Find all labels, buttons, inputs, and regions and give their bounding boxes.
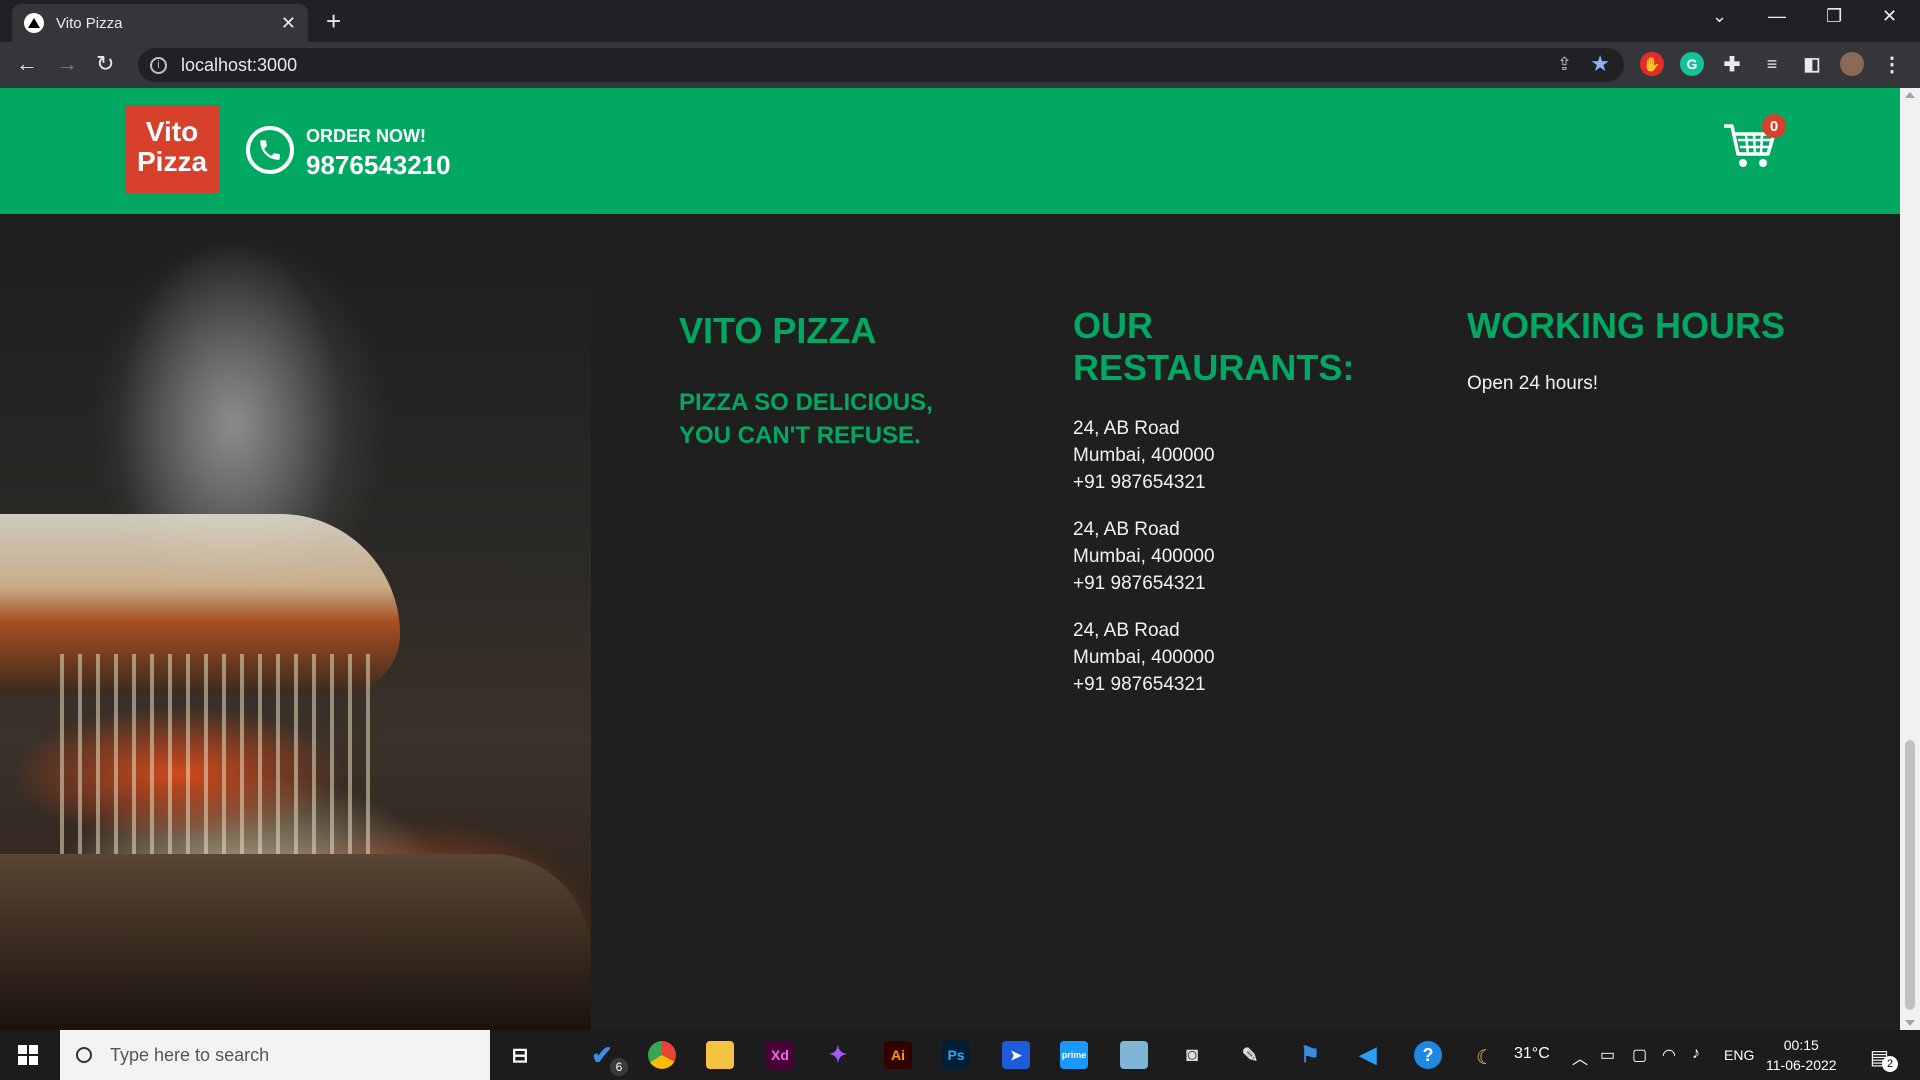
- file-explorer-icon[interactable]: [706, 1041, 734, 1069]
- site-info-icon[interactable]: i: [150, 56, 167, 74]
- windows-taskbar: Type here to search ⊟ ✔ 6 Xd ✦ Ai Ps ➤ p…: [0, 1030, 1920, 1080]
- restaurant-phone[interactable]: +91 987654321: [1073, 570, 1433, 597]
- restaurant-city: Mumbai, 400000: [1073, 546, 1215, 567]
- restaurant-street: 24, AB Road: [1073, 418, 1180, 439]
- restaurants-column: OUR RESTAURANTS: 24, AB Road Mumbai, 400…: [1073, 305, 1433, 718]
- new-tab-button[interactable]: +: [326, 6, 341, 37]
- phone-icon: [246, 126, 294, 174]
- windows-start-icon[interactable]: [18, 1045, 38, 1065]
- restaurant-street: 24, AB Road: [1073, 620, 1180, 641]
- chrome-taskbar-icon[interactable]: [648, 1041, 676, 1069]
- logo-line-1: Vito: [145, 116, 199, 147]
- hours-column: WORKING HOURS Open 24 hours!: [1467, 305, 1797, 395]
- browser-tab[interactable]: Vito Pizza ✕: [12, 4, 308, 42]
- taskbar-clock[interactable]: 00:15 11-06-2022: [1766, 1035, 1837, 1075]
- meet-now-icon[interactable]: ▢: [1632, 1045, 1647, 1065]
- tab-close-icon[interactable]: ✕: [281, 13, 296, 34]
- search-icon: [76, 1047, 92, 1063]
- page-scrollbar[interactable]: [1900, 88, 1920, 1030]
- framer-icon[interactable]: ⚑: [1296, 1041, 1324, 1069]
- restaurant-city: Mumbai, 400000: [1073, 445, 1215, 466]
- pizza-hero-image: [0, 214, 591, 1030]
- address-bar[interactable]: i localhost:3000 ⇪ ★: [138, 48, 1624, 82]
- brand-column: VITO PIZZA: [679, 310, 876, 352]
- hours-title: WORKING HOURS: [1467, 305, 1785, 346]
- figma-icon[interactable]: ✦: [824, 1041, 852, 1069]
- grammarly-extension-icon[interactable]: G: [1680, 52, 1704, 76]
- todo-badge: 6: [610, 1058, 628, 1076]
- site-favicon-icon: [24, 13, 44, 33]
- weather-temperature[interactable]: 31°C: [1514, 1045, 1550, 1063]
- site-header: Vito Pizza ORDER NOW! 9876543210 0: [0, 88, 1900, 214]
- illustrator-icon[interactable]: Ai: [884, 1041, 912, 1069]
- vscode-icon[interactable]: ◀: [1354, 1041, 1382, 1069]
- forward-button[interactable]: →: [56, 51, 78, 77]
- brand-title: VITO PIZZA: [679, 310, 877, 351]
- profile-avatar[interactable]: [1840, 52, 1864, 76]
- volume-icon[interactable]: ♪: [1692, 1045, 1700, 1063]
- notes-app-icon[interactable]: [1120, 1041, 1148, 1069]
- back-button[interactable]: ←: [16, 51, 38, 77]
- browser-toolbar: ← → ↻ i localhost:3000 ⇪ ★ ✋ G ✚ ≡ ◧ ⋮: [0, 42, 1920, 88]
- side-panel-icon[interactable]: ◧: [1800, 52, 1824, 76]
- clock-time: 00:15: [1783, 1037, 1819, 1053]
- restaurant-address: 24, AB Road Mumbai, 400000 +91 987654321: [1073, 415, 1433, 496]
- adblock-extension-icon[interactable]: ✋: [1640, 52, 1664, 76]
- media-control-icon[interactable]: ≡: [1760, 52, 1784, 76]
- taskbar-search-box[interactable]: Type here to search: [60, 1030, 490, 1080]
- minimize-button[interactable]: —: [1768, 6, 1786, 27]
- tab-title: Vito Pizza: [56, 14, 123, 32]
- adobe-xd-icon[interactable]: Xd: [766, 1041, 794, 1069]
- chrome-menu-icon[interactable]: ⋮: [1880, 52, 1904, 76]
- task-view-icon[interactable]: ⊟: [506, 1041, 534, 1069]
- photoshop-icon[interactable]: Ps: [942, 1041, 970, 1069]
- close-window-button[interactable]: ✕: [1882, 6, 1897, 27]
- restaurant-street: 24, AB Road: [1073, 519, 1180, 540]
- restaurant-address: 24, AB Road Mumbai, 400000 +91 987654321: [1073, 617, 1433, 698]
- battery-icon[interactable]: ▭: [1600, 1045, 1615, 1065]
- scroll-down-arrow-icon[interactable]: [1905, 1020, 1915, 1026]
- order-phone-number[interactable]: 9876543210: [306, 150, 451, 181]
- brand-tagline: PIZZA SO DELICIOUS, YOU CAN'T REFUSE.: [679, 389, 933, 449]
- order-now-label: ORDER NOW!: [306, 126, 426, 146]
- weather-moon-icon[interactable]: ☾: [1476, 1045, 1494, 1070]
- camera-icon[interactable]: ◙: [1178, 1041, 1206, 1069]
- prime-video-icon[interactable]: prime: [1060, 1041, 1088, 1069]
- language-indicator[interactable]: ENG: [1724, 1047, 1754, 1063]
- tab-search-chevron-icon[interactable]: ⌄: [1712, 6, 1727, 27]
- show-hidden-icons-chevron-icon[interactable]: ︿: [1572, 1045, 1588, 1069]
- arrow-app-icon[interactable]: ➤: [1002, 1041, 1030, 1069]
- taskbar-search-placeholder[interactable]: Type here to search: [110, 1045, 269, 1066]
- restaurants-title: OUR RESTAURANTS:: [1073, 305, 1355, 388]
- reload-button[interactable]: ↻: [96, 51, 114, 77]
- restaurant-address: 24, AB Road Mumbai, 400000 +91 987654321: [1073, 516, 1433, 597]
- hours-text: Open 24 hours!: [1467, 373, 1598, 394]
- restaurant-city: Mumbai, 400000: [1073, 647, 1215, 668]
- help-icon[interactable]: ?: [1414, 1041, 1442, 1069]
- bookmark-star-icon[interactable]: ★: [1590, 51, 1610, 77]
- restore-button[interactable]: ❐: [1826, 6, 1842, 27]
- logo-line-2: Pizza: [136, 146, 208, 177]
- scrollbar-thumb[interactable]: [1905, 740, 1915, 1010]
- pizza-pan-decoration: [0, 854, 591, 1030]
- paint-icon[interactable]: ✎: [1236, 1041, 1264, 1069]
- restaurant-phone[interactable]: +91 987654321: [1073, 671, 1433, 698]
- browser-tab-strip: Vito Pizza ✕ + ⌄ — ❐ ✕: [0, 0, 1920, 42]
- share-icon[interactable]: ⇪: [1557, 54, 1572, 75]
- wifi-icon[interactable]: ◠: [1662, 1045, 1676, 1065]
- notification-count-badge: 2: [1882, 1056, 1898, 1072]
- scroll-up-arrow-icon[interactable]: [1905, 92, 1915, 98]
- extensions-puzzle-icon[interactable]: ✚: [1720, 52, 1744, 76]
- clock-date: 11-06-2022: [1766, 1057, 1837, 1073]
- restaurant-phone[interactable]: +91 987654321: [1073, 469, 1433, 496]
- url-text[interactable]: localhost:3000: [181, 55, 297, 76]
- site-logo[interactable]: Vito Pizza: [125, 105, 219, 193]
- cart-count-badge: 0: [1762, 114, 1786, 138]
